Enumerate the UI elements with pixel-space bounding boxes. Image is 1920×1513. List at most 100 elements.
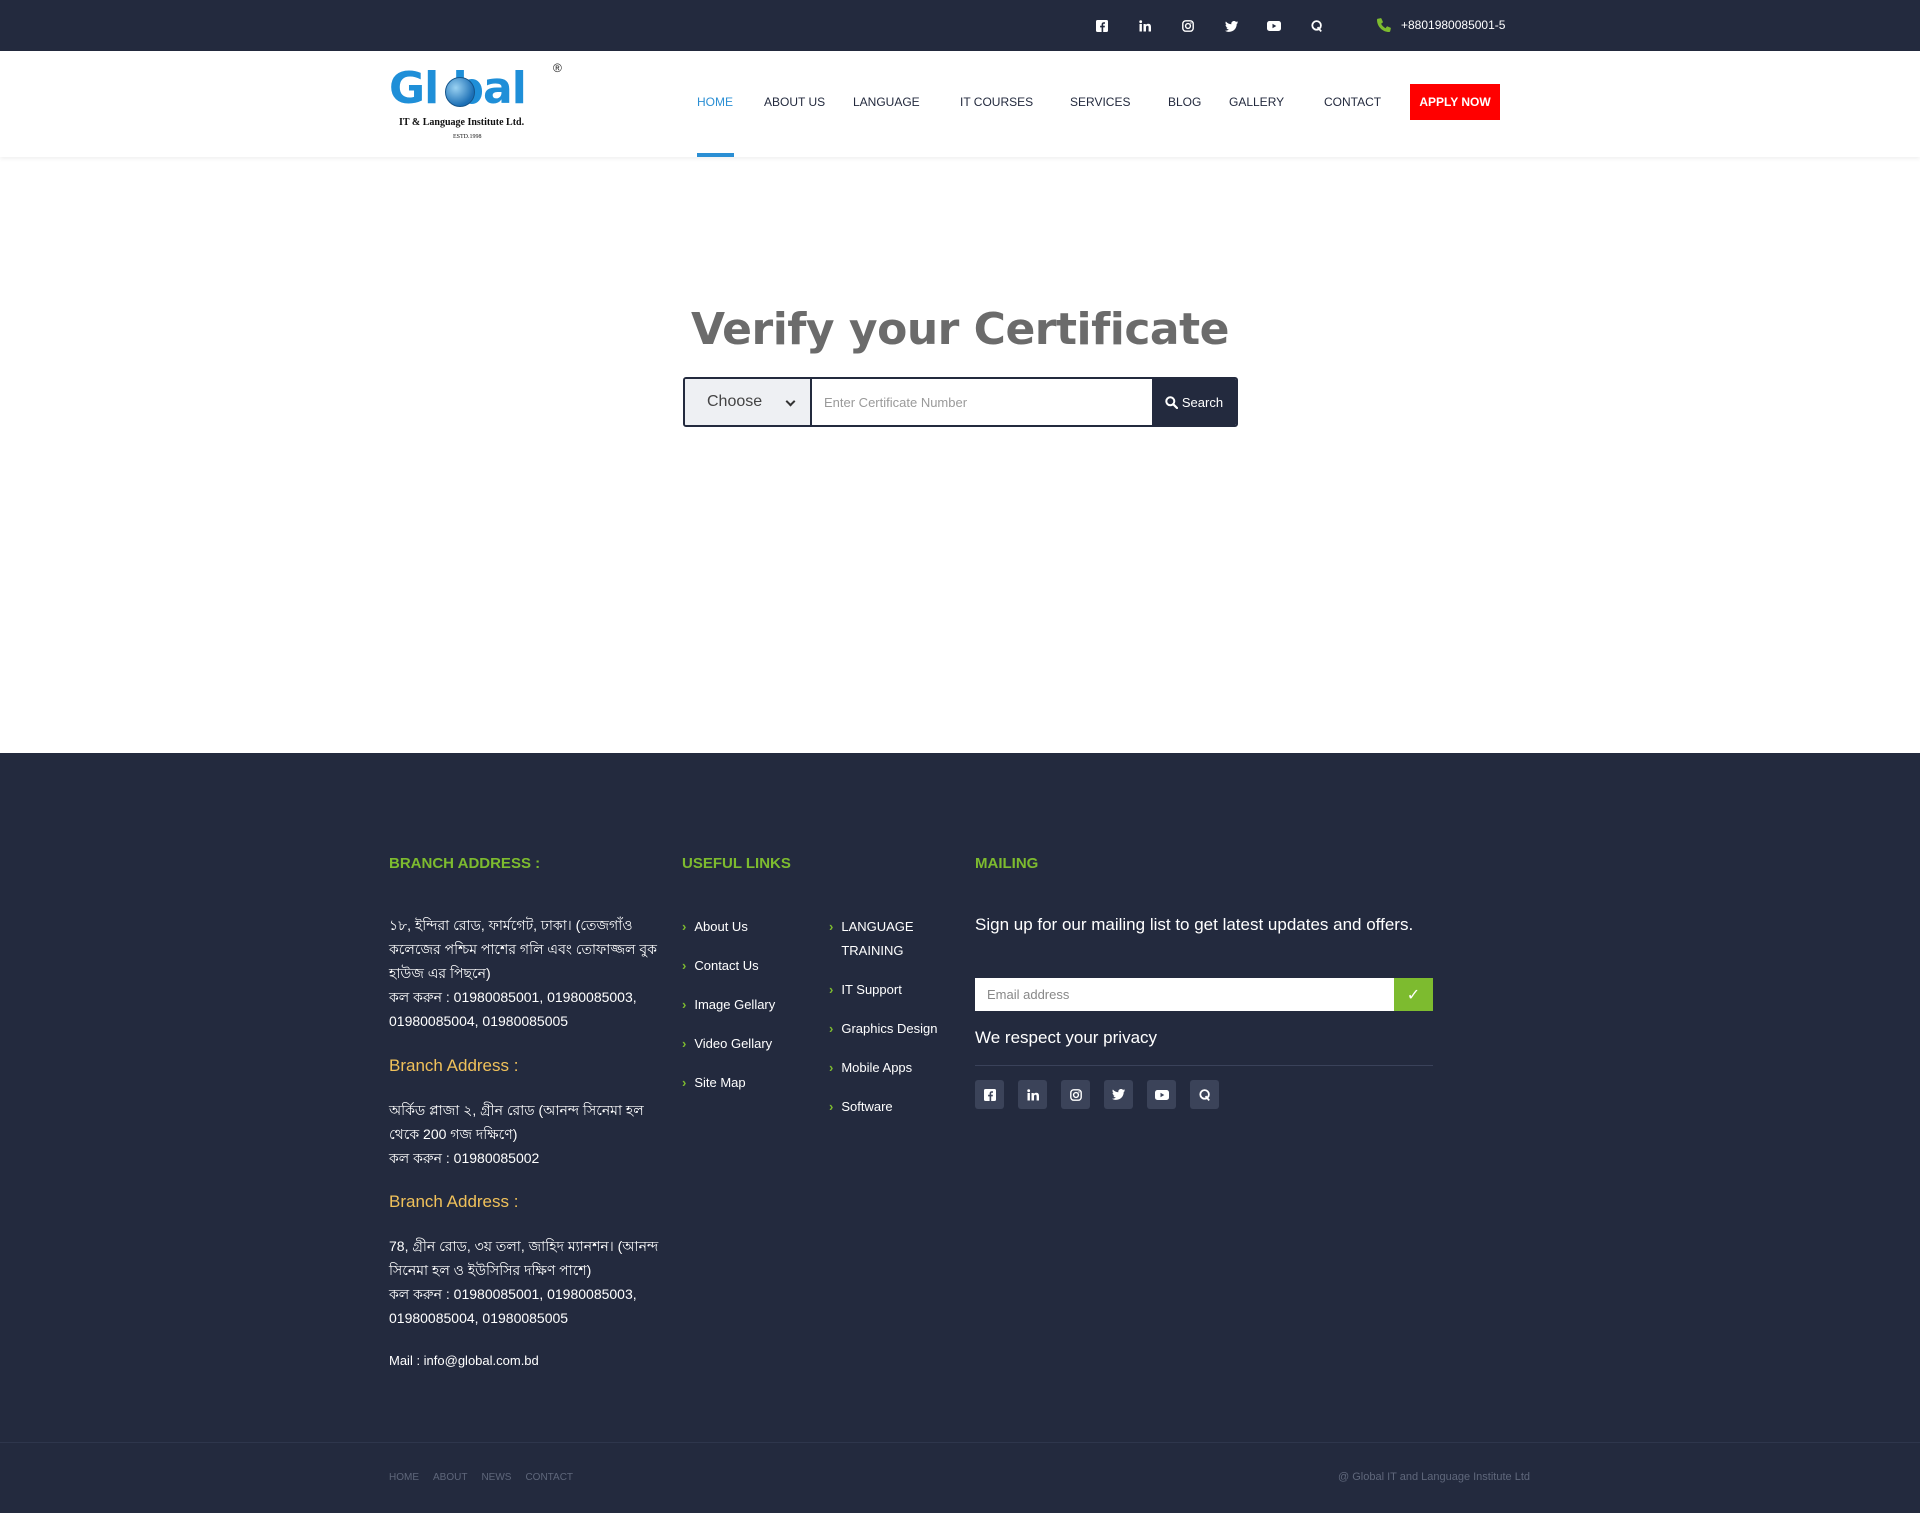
nav-services[interactable]: SERVICES (1070, 95, 1130, 109)
branch-3-address-text: 78, গ্রীন রোড, ৩য় তলা, জাহিদ ম্যানশন। (… (389, 1238, 659, 1278)
link-image-gellary[interactable]: › Image Gellary (682, 993, 775, 1017)
link-language-training[interactable]: › LANGUAGE TRAINING (829, 915, 939, 963)
page-title: Verify your Certificate (691, 304, 1229, 355)
link-software[interactable]: › Software (829, 1095, 893, 1119)
search-button[interactable]: Search (1152, 379, 1236, 425)
quora-icon[interactable] (1190, 1080, 1219, 1109)
link-it-support[interactable]: › IT Support (829, 978, 902, 1002)
twitter-icon[interactable] (1222, 17, 1240, 35)
site-header: Gl bal ® IT & Language Institute Ltd. ES… (0, 51, 1920, 157)
top-social-icons (1093, 17, 1351, 35)
footer-bottom-divider (0, 1442, 1920, 1443)
facebook-icon[interactable] (975, 1080, 1004, 1109)
link-label: Mobile Apps (841, 1060, 913, 1075)
linkedin-icon[interactable] (1018, 1080, 1047, 1109)
logo-tagline: IT & Language Institute Ltd. (399, 117, 525, 128)
link-about-us[interactable]: › About Us (682, 915, 748, 939)
choose-label: Choose (707, 393, 763, 410)
link-label: Graphics Design (841, 1021, 938, 1036)
youtube-icon[interactable] (1265, 17, 1283, 35)
link-label: Image Gellary (694, 997, 776, 1012)
chevron-right-icon: › (829, 1099, 834, 1114)
branch-3-phones: কল করুন : 01980085001, 01980085003, 0198… (389, 1286, 637, 1326)
linkedin-icon[interactable] (1136, 17, 1154, 35)
nav-language[interactable]: LANGUAGE (853, 95, 920, 109)
search-button-label: Search (1181, 394, 1224, 410)
link-label: IT Support (841, 982, 902, 997)
nav-contact[interactable]: CONTACT (1324, 95, 1381, 109)
branch-2-address-text: অর্কিড প্লাজা ২, গ্রীন রোড (আনন্দ সিনেমা… (389, 1102, 644, 1142)
link-mobile-apps[interactable]: › Mobile Apps (829, 1056, 912, 1080)
chevron-right-icon: › (829, 1060, 834, 1075)
nav-about-us[interactable]: ABOUT US (764, 95, 825, 109)
chevron-right-icon: › (682, 1036, 687, 1051)
chevron-down-icon (785, 396, 796, 407)
search-icon (1165, 395, 1178, 409)
phone-icon (1377, 18, 1391, 32)
branch-2-phones: কল করুন : 01980085002 (389, 1150, 540, 1166)
branch-1-address-text: ১৮, ইন্দিরা রোড, ফার্মগেট, ঢাকা। (তেজগাঁ… (389, 917, 657, 981)
instagram-icon[interactable] (1179, 17, 1197, 35)
useful-links-title: USEFUL LINKS (682, 855, 791, 872)
link-site-map[interactable]: › Site Map (682, 1071, 746, 1095)
mailing-title: MAILING (975, 855, 1039, 872)
phone-number: +8801980085001-5 (1401, 18, 1506, 32)
footer-mail[interactable]: Mail : info@global.com.bd (389, 1353, 539, 1368)
youtube-icon[interactable] (1147, 1080, 1176, 1109)
facebook-icon[interactable] (1093, 17, 1111, 35)
branch-1-address: ১৮, ইন্দিরা রোড, ফার্মগেট, ঢাকা। (তেজগাঁ… (389, 913, 659, 1033)
chevron-right-icon: › (682, 997, 687, 1012)
chevron-right-icon: › (682, 919, 687, 934)
link-label: Video Gellary (694, 1036, 773, 1051)
email-field[interactable] (975, 978, 1394, 1011)
bottom-link-news[interactable]: NEWS (481, 1472, 511, 1483)
link-label: Software (841, 1099, 893, 1114)
bottom-link-contact[interactable]: CONTACT (525, 1472, 573, 1483)
twitter-icon[interactable] (1104, 1080, 1133, 1109)
mailing-text: Sign up for our mailing list to get late… (975, 915, 1414, 934)
quora-icon[interactable] (1308, 17, 1326, 35)
site-logo[interactable]: Gl bal ® IT & Language Institute Ltd. ES… (389, 61, 569, 146)
nav-it-courses[interactable]: IT COURSES (960, 95, 1033, 109)
branch-3-address: 78, গ্রীন রোড, ৩য় তলা, জাহিদ ম্যানশন। (… (389, 1234, 659, 1330)
footer-bottom-links: HOME ABOUT NEWS CONTACT (389, 1472, 587, 1483)
branch-2-address: অর্কিড প্লাজা ২, গ্রীন রোড (আনন্দ সিনেমা… (389, 1098, 659, 1170)
chevron-right-icon: › (829, 919, 834, 934)
copyright: @ Global IT and Language Institute Ltd (1338, 1471, 1530, 1483)
bottom-link-home[interactable]: HOME (389, 1472, 419, 1483)
privacy-note: We respect your privacy (975, 1028, 1158, 1047)
nav-active-indicator (697, 153, 734, 157)
link-graphics-design[interactable]: › Graphics Design (829, 1017, 937, 1041)
choose-select[interactable]: Choose (685, 379, 812, 425)
branch-3-heading: Branch Address : (389, 1192, 519, 1211)
branch-address-title: BRANCH ADDRESS : (389, 855, 541, 872)
bottom-link-about[interactable]: ABOUT (433, 1472, 467, 1483)
chevron-right-icon: › (682, 958, 687, 973)
nav-gallery[interactable]: GALLERY (1229, 95, 1284, 109)
site-footer: BRANCH ADDRESS : ১৮, ইন্দিরা রোড, ফার্মগ… (0, 753, 1920, 1513)
apply-now-button[interactable]: APPLY NOW (1410, 84, 1500, 120)
link-label: Site Map (694, 1075, 746, 1090)
nav-home[interactable]: HOME (697, 95, 733, 109)
certificate-search-form: Choose Search (683, 377, 1238, 427)
globe-icon (445, 77, 475, 107)
subscribe-button[interactable]: ✓ (1394, 978, 1433, 1011)
instagram-icon[interactable] (1061, 1080, 1090, 1109)
branch-2-heading: Branch Address : (389, 1056, 519, 1075)
link-contact-us[interactable]: › Contact Us (682, 954, 759, 978)
chevron-right-icon: › (829, 982, 834, 997)
footer-social-icons (975, 1080, 1233, 1109)
nav-blog[interactable]: BLOG (1168, 95, 1201, 109)
mailing-form: ✓ (975, 978, 1433, 1011)
top-phone[interactable]: +8801980085001-5 (1375, 16, 1505, 34)
logo-estd: ESTD.1998 (453, 134, 482, 140)
branch-1-phones: কল করুন : 01980085001, 01980085003, 0198… (389, 989, 637, 1029)
link-label: About Us (694, 919, 748, 934)
chevron-right-icon: › (829, 1021, 834, 1036)
mailing-divider (975, 1065, 1433, 1066)
top-bar: +8801980085001-5 (0, 0, 1920, 51)
link-video-gellary[interactable]: › Video Gellary (682, 1032, 772, 1056)
certificate-number-input[interactable] (812, 379, 1152, 425)
logo-registered-mark: ® (553, 61, 562, 75)
link-label: Contact Us (694, 958, 759, 973)
